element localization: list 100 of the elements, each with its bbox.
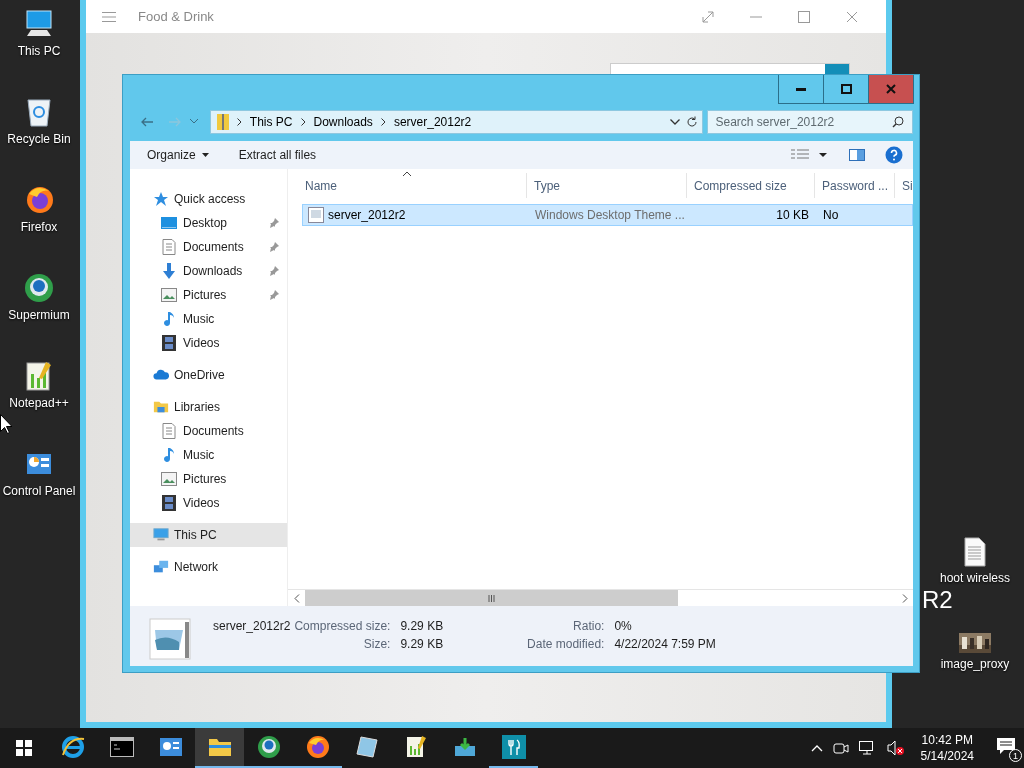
detail-label: Date modified: [526, 637, 605, 653]
cursor-icon [0, 414, 12, 434]
caret-icon [201, 153, 209, 157]
refresh-icon[interactable] [685, 115, 698, 128]
menu-button[interactable]: Organize [147, 148, 209, 162]
taskbar-button[interactable] [195, 728, 244, 768]
file-row[interactable]: server_2012r2 Windows Desktop Theme ... 10 KB No [302, 204, 913, 226]
notepad-icon[interactable] [24, 360, 54, 392]
control-panel-icon [158, 736, 183, 758]
menu-icon[interactable] [102, 10, 116, 23]
nav-item[interactable]: Quick access [130, 187, 287, 211]
minimize-icon [796, 87, 806, 91]
detail-value: 9.29 KB [400, 619, 445, 635]
nav-item[interactable]: Pictures [130, 283, 287, 307]
nav-item[interactable]: Videos [130, 331, 287, 355]
star-icon [153, 191, 169, 207]
chevron-icon [236, 117, 242, 126]
muted-speaker-icon[interactable] [886, 740, 905, 756]
minimize-button[interactable] [778, 75, 824, 104]
pin-icon[interactable] [269, 266, 279, 276]
folder-icon [207, 737, 232, 757]
search-field[interactable] [610, 63, 850, 74]
nav-item[interactable]: Desktop [130, 211, 287, 235]
detail-label: Ratio: [572, 619, 605, 635]
desktop-icon [161, 216, 177, 230]
document-icon [161, 239, 177, 255]
pin-icon[interactable] [269, 218, 279, 228]
column-header[interactable]: Compressed size [687, 173, 815, 198]
scrollbar-thumb[interactable] [305, 590, 678, 606]
notepad-icon [404, 735, 427, 759]
nav-item[interactable]: Network [130, 555, 287, 579]
column-header[interactable]: Password ... [815, 173, 895, 198]
expand-icon[interactable] [702, 10, 714, 23]
horizontal-scrollbar[interactable] [288, 589, 913, 606]
monitor-icon [153, 527, 169, 543]
document-icon[interactable] [963, 537, 987, 567]
clock-time[interactable]: 10:42 PM [921, 732, 973, 748]
help-icon[interactable] [885, 146, 903, 164]
nav-item[interactable]: Documents [130, 419, 287, 443]
caret-icon[interactable] [819, 153, 827, 157]
detail-value: 4/22/2024 7:59 PM [614, 637, 716, 653]
nav-item[interactable]: Music [130, 307, 287, 331]
picture-frame-icon [161, 472, 177, 486]
icon-label: Recycle Bin [7, 132, 71, 146]
chevron-icon [380, 117, 386, 126]
pin-icon[interactable] [269, 290, 279, 300]
cloud-icon [153, 368, 169, 382]
camera-icon[interactable] [832, 741, 849, 755]
recycle-bin-icon[interactable] [25, 96, 53, 128]
icon-label: Control Panel [2, 484, 76, 498]
icon-label: This PC [17, 44, 61, 58]
nav-item[interactable]: This PC [130, 523, 287, 547]
nav-item[interactable]: OneDrive [130, 363, 287, 387]
icon-label: image_proxy [940, 657, 1010, 671]
search-field[interactable]: Search server_2012r2 [706, 109, 913, 134]
file-icon [308, 207, 324, 223]
chevron-icon [300, 117, 306, 126]
maximize-icon [840, 84, 852, 94]
nav-item[interactable]: Videos [130, 491, 287, 515]
film-icon [161, 335, 177, 351]
chevron-up-icon[interactable] [810, 744, 823, 752]
detail-label: Size: [362, 637, 391, 653]
address-bar[interactable]: This PC Downloads server_2012r2 [209, 109, 703, 134]
detail-value: 0% [614, 619, 633, 635]
picture-frame-icon [161, 288, 177, 302]
network-icon [153, 559, 169, 575]
breadcrumb[interactable]: This PC [249, 114, 293, 129]
tablet-icon [354, 735, 379, 759]
table-cell-text: Windows Desktop Theme ... [534, 208, 686, 222]
window-title: Food & Drink [138, 9, 215, 24]
preview-pane-icon[interactable] [849, 149, 865, 161]
close-button[interactable] [868, 75, 914, 104]
column-header[interactable]: Type [527, 173, 687, 198]
detail-label: Compressed size: [294, 619, 391, 635]
column-header[interactable]: Si [895, 173, 913, 198]
icon-label: Notepad++ [9, 396, 69, 410]
pin-icon[interactable] [269, 242, 279, 252]
search-icon[interactable] [892, 115, 904, 128]
wallpaper-text: R2 [922, 586, 953, 614]
folder-icon [153, 399, 169, 415]
globe-icon[interactable] [23, 272, 55, 304]
close-icon[interactable] [846, 10, 858, 23]
breadcrumb[interactable]: server_2012r2 [393, 114, 472, 129]
clock-date[interactable]: 5/14/2024 [920, 748, 974, 764]
nav-item[interactable]: Libraries [130, 395, 287, 419]
download-arrow-icon [161, 263, 177, 279]
nav-item[interactable]: Documents [130, 235, 287, 259]
globe-icon [256, 735, 281, 759]
nav-item[interactable]: Downloads [130, 259, 287, 283]
dropdown-icon[interactable] [669, 118, 680, 125]
maximize-icon[interactable] [798, 10, 810, 23]
column-header[interactable]: Name [288, 173, 527, 198]
close-icon [886, 84, 896, 94]
back-arrow-icon[interactable] [140, 116, 154, 127]
nav-item[interactable]: Pictures [130, 467, 287, 491]
file-name: server_2012r2 [303, 207, 528, 223]
breadcrumb[interactable]: Downloads [313, 114, 373, 129]
toolbar-button[interactable]: Extract all files [238, 148, 317, 162]
nav-item[interactable]: Music [130, 443, 287, 467]
icon-label: Supermium [8, 308, 70, 322]
